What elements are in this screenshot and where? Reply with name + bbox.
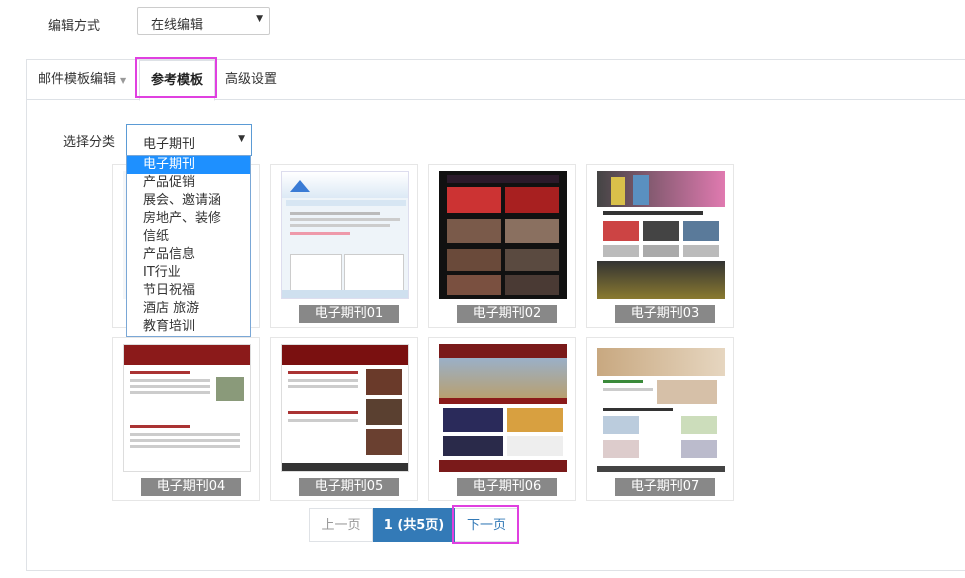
template-card[interactable]: 电子期刊07 xyxy=(586,337,734,501)
template-caption: 电子期刊01 xyxy=(299,305,399,323)
template-caption: 电子期刊06 xyxy=(457,478,557,496)
template-caption: 电子期刊04 xyxy=(141,478,241,496)
category-dropdown: 电子期刊 产品促销 展会、邀请涵 房地产、装修 信纸 产品信息 IT行业 节日祝… xyxy=(126,155,251,337)
edit-mode-select[interactable]: 在线编辑 ▼ xyxy=(137,7,270,35)
edit-mode-value: 在线编辑 xyxy=(151,18,204,33)
template-thumbnail xyxy=(439,171,567,299)
template-card[interactable]: 电子期刊05 xyxy=(270,337,418,501)
category-option[interactable]: 酒店 旅游 xyxy=(127,300,250,318)
template-thumbnail xyxy=(439,344,567,472)
template-card[interactable]: 电子期刊02 xyxy=(428,164,576,328)
template-card[interactable]: 电子期刊03 xyxy=(586,164,734,328)
category-option[interactable]: 展会、邀请涵 xyxy=(127,192,250,210)
category-option[interactable]: 节日祝福 xyxy=(127,282,250,300)
category-option[interactable]: 信纸 xyxy=(127,228,250,246)
template-card[interactable]: 电子期刊06 xyxy=(428,337,576,501)
template-card[interactable]: 电子期刊01 xyxy=(270,164,418,328)
template-thumbnail xyxy=(123,344,251,472)
template-thumbnail xyxy=(281,344,409,472)
category-select[interactable]: 电子期刊 ▼ xyxy=(126,124,252,156)
template-caption: 电子期刊07 xyxy=(615,478,715,496)
template-caption: 电子期刊05 xyxy=(299,478,399,496)
category-option[interactable]: 产品促销 xyxy=(127,174,250,192)
tab-label: 邮件模板编辑 xyxy=(38,72,117,87)
prev-page-button[interactable]: 上一页 xyxy=(309,508,373,542)
category-option[interactable]: IT行业 xyxy=(127,264,250,282)
tab-label: 高级设置 xyxy=(225,72,278,87)
category-option[interactable]: 教育培训 xyxy=(127,318,250,336)
template-thumbnail xyxy=(597,344,725,472)
template-card[interactable]: 电子期刊04 xyxy=(112,337,260,501)
edit-mode-label: 编辑方式 xyxy=(48,19,101,34)
current-page-indicator: 1 (共5页) xyxy=(373,508,455,542)
category-option[interactable]: 电子期刊 xyxy=(127,156,250,174)
category-label: 选择分类 xyxy=(63,135,116,150)
category-option[interactable]: 房地产、装修 xyxy=(127,210,250,228)
category-value: 电子期刊 xyxy=(143,137,196,152)
template-thumbnail xyxy=(281,171,409,299)
template-caption: 电子期刊03 xyxy=(615,305,715,323)
caret-down-icon: ▼ xyxy=(120,76,127,85)
template-caption: 电子期刊02 xyxy=(457,305,557,323)
tab-mail-template-edit[interactable]: 邮件模板编辑 ▼ xyxy=(38,60,126,100)
caret-down-icon: ▼ xyxy=(238,134,245,144)
template-thumbnail xyxy=(597,171,725,299)
highlight-box xyxy=(135,57,217,98)
category-option[interactable]: 产品信息 xyxy=(127,246,250,264)
caret-down-icon: ▼ xyxy=(256,14,263,24)
highlight-box xyxy=(452,505,519,544)
tab-advanced-settings[interactable]: 高级设置 xyxy=(225,60,277,100)
